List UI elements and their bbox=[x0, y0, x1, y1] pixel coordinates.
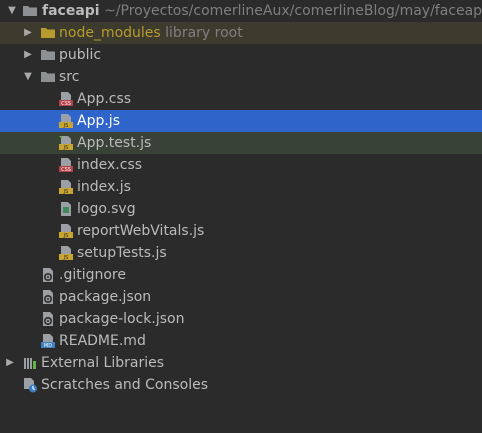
scratches-icon bbox=[22, 377, 38, 393]
file-name: package.json bbox=[59, 289, 152, 305]
tree-row-report-web-vitals[interactable]: JS reportWebVitals.js bbox=[0, 220, 482, 242]
svg-text:JS: JS bbox=[63, 123, 69, 129]
svg-text:MD: MD bbox=[44, 343, 52, 349]
tree-row-gitignore[interactable]: .gitignore bbox=[0, 264, 482, 286]
svg-text:JS: JS bbox=[63, 145, 69, 151]
folder-icon bbox=[22, 3, 38, 19]
file-name: App.js bbox=[77, 113, 120, 129]
svg-file-icon bbox=[58, 201, 74, 217]
tree-row-logo-svg[interactable]: logo.svg bbox=[0, 198, 482, 220]
svg-text:JS: JS bbox=[63, 233, 69, 239]
tree-row-app-test-js[interactable]: JS App.test.js bbox=[0, 132, 482, 154]
file-name: setupTests.js bbox=[77, 245, 167, 261]
project-path: ~/Proyectos/comerlineAux/comerlineBlog/m… bbox=[104, 3, 482, 19]
folder-icon bbox=[40, 47, 56, 63]
tree-row-src[interactable]: ▼ src bbox=[0, 66, 482, 88]
chevron-right-icon[interactable]: ▶ bbox=[22, 44, 34, 66]
js-file-icon: JS bbox=[58, 245, 74, 261]
tree-row-scratches[interactable]: Scratches and Consoles bbox=[0, 374, 482, 396]
js-file-icon: JS bbox=[58, 223, 74, 239]
file-name: .gitignore bbox=[59, 267, 126, 283]
js-file-icon: JS bbox=[58, 179, 74, 195]
project-tree: ▼ faceapi ~/Proyectos/comerlineAux/comer… bbox=[0, 0, 482, 396]
js-file-icon: JS bbox=[58, 113, 74, 129]
node-modules-label: node_modules bbox=[59, 25, 161, 41]
tree-row-readme[interactable]: MD README.md bbox=[0, 330, 482, 352]
svg-text:CSS: CSS bbox=[61, 101, 71, 107]
svg-text:JS: JS bbox=[63, 255, 69, 261]
file-name: index.css bbox=[77, 157, 143, 173]
tree-row-app-js[interactable]: JS App.js bbox=[0, 110, 482, 132]
tree-row-index-css[interactable]: CSS index.css bbox=[0, 154, 482, 176]
file-name: package-lock.json bbox=[59, 311, 185, 327]
file-name: logo.svg bbox=[77, 201, 136, 217]
file-name: index.js bbox=[77, 179, 131, 195]
tree-row-node-modules[interactable]: ▶ node_modules library root bbox=[0, 22, 482, 44]
file-name: App.test.js bbox=[77, 135, 152, 151]
tree-row-public[interactable]: ▶ public bbox=[0, 44, 482, 66]
markdown-file-icon: MD bbox=[40, 333, 56, 349]
src-label: src bbox=[59, 69, 80, 85]
folder-icon bbox=[40, 69, 56, 85]
gear-file-icon bbox=[40, 267, 56, 283]
chevron-right-icon[interactable]: ▶ bbox=[4, 352, 16, 374]
tree-row-external-libraries[interactable]: ▶ External Libraries bbox=[0, 352, 482, 374]
project-name: faceapi bbox=[42, 3, 100, 19]
tree-row-setup-tests[interactable]: JS setupTests.js bbox=[0, 242, 482, 264]
js-test-file-icon: JS bbox=[58, 135, 74, 151]
file-name: App.css bbox=[77, 91, 132, 107]
css-file-icon: CSS bbox=[58, 91, 74, 107]
tree-row-app-css[interactable]: CSS App.css bbox=[0, 88, 482, 110]
svg-text:JS: JS bbox=[63, 189, 69, 195]
tree-row-package-json[interactable]: package.json bbox=[0, 286, 482, 308]
gear-file-icon bbox=[40, 311, 56, 327]
scratches-label: Scratches and Consoles bbox=[41, 377, 208, 393]
chevron-down-icon[interactable]: ▼ bbox=[22, 66, 34, 88]
svg-text:CSS: CSS bbox=[61, 167, 71, 173]
tree-row-index-js[interactable]: JS index.js bbox=[0, 176, 482, 198]
folder-icon bbox=[40, 25, 56, 41]
tree-row-package-lock[interactable]: package-lock.json bbox=[0, 308, 482, 330]
public-label: public bbox=[59, 47, 102, 63]
chevron-right-icon[interactable]: ▶ bbox=[22, 22, 34, 44]
library-root-hint: library root bbox=[165, 25, 243, 41]
gear-file-icon bbox=[40, 289, 56, 305]
tree-row-faceapi[interactable]: ▼ faceapi ~/Proyectos/comerlineAux/comer… bbox=[0, 0, 482, 22]
libraries-icon bbox=[22, 355, 38, 371]
file-name: reportWebVitals.js bbox=[77, 223, 205, 239]
file-name: README.md bbox=[59, 333, 146, 349]
external-libraries-label: External Libraries bbox=[41, 355, 164, 371]
chevron-down-icon[interactable]: ▼ bbox=[6, 0, 18, 22]
css-file-icon: CSS bbox=[58, 157, 74, 173]
